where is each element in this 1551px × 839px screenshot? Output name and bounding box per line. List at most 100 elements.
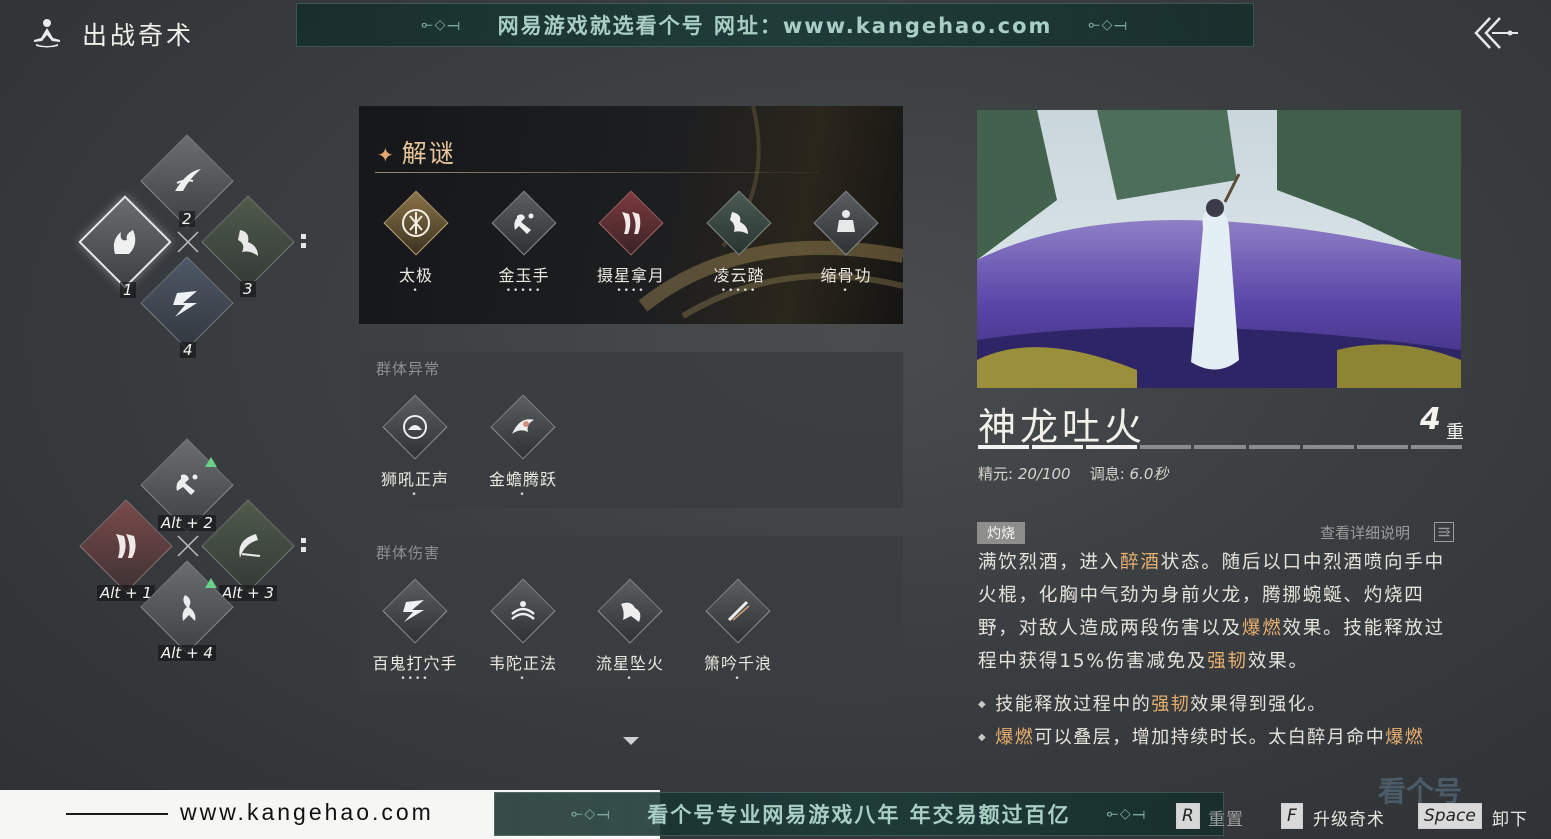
flame-skill-icon	[113, 230, 136, 254]
group-damage-panel: 群体伤害 百鬼打穴手 •••• 韦陀正法 • 流星坠火 • 箫吟千浪 •	[359, 536, 903, 693]
bottom-banner-text: 看个号专业网易游戏八年 年交易额过百亿	[647, 803, 1071, 827]
back-button[interactable]	[1470, 14, 1522, 52]
puzzle-skill-panel: ✦ 解谜 太极 • 金玉手 ••••• 摄星拿月 •••• 凌云踏 ••••• 缩…	[359, 106, 903, 324]
puzzle-divider	[375, 172, 819, 173]
slot-cross-icon	[177, 231, 199, 253]
level-segment	[1194, 445, 1246, 449]
keyword-drunk: 醉酒	[1120, 552, 1161, 573]
puzzle-heading: ✦ 解谜	[377, 139, 456, 168]
wave-icon	[511, 601, 535, 620]
star-icon: ✦	[377, 143, 396, 167]
lightning-icon	[403, 600, 424, 622]
slot-number: Alt + 1	[97, 585, 155, 601]
ornament-icon: ⟜◇⟞	[421, 17, 462, 33]
skill-tag-badge: 灼烧	[977, 522, 1025, 544]
grab-skill-icon	[176, 474, 198, 495]
skill-level-pips: ••••	[616, 286, 646, 296]
top-watermark-banner: ⟜◇⟞ 网易游戏就选看个号 网址：www.kangehao.com ⟜◇⟞	[296, 3, 1254, 47]
skill-level-unit: 重	[1446, 422, 1464, 443]
energy-label: 精元:	[978, 465, 1018, 483]
slot-page-indicator	[301, 234, 307, 252]
ornament-icon: ⟜◇⟞	[1106, 806, 1147, 822]
skill-taiji[interactable]: 太极 •	[366, 190, 466, 296]
reset-label[interactable]: 重置	[1208, 805, 1244, 830]
ornament-icon: ⟜◇⟞	[571, 806, 612, 822]
skill-name: 流星坠火	[595, 654, 664, 673]
lightning-skill-icon	[173, 291, 197, 317]
view-details-link[interactable]: 查看详细说明	[1320, 522, 1410, 543]
skill-level-pips: •	[734, 674, 742, 684]
slot-number: 3	[240, 281, 256, 297]
skill-name: 金玉手	[498, 266, 550, 285]
skill-name: 金蟾腾跃	[488, 470, 557, 489]
upgrade-label[interactable]: 升级奇术	[1313, 805, 1385, 830]
slot-number: 4	[180, 342, 196, 358]
skill-level-number: 4	[1420, 402, 1441, 437]
skill-name: 凌云踏	[713, 266, 765, 285]
bottom-watermark-url: www.kangehao.com	[180, 799, 434, 825]
level-segment	[1140, 445, 1192, 449]
skill-level-pips: •	[626, 674, 634, 684]
details-list-icon[interactable]	[1434, 522, 1454, 542]
slot-cross-icon	[177, 535, 199, 557]
level-segment	[1032, 445, 1084, 449]
skill-xiaoyinqianlang[interactable]: 箫吟千浪 •	[688, 578, 788, 684]
effect-bullet: ◆ 爆燃可以叠层，增加持续时长。太白醉月命中爆燃	[978, 727, 1425, 748]
skill-weituozhengfa[interactable]: 韦陀正法 •	[473, 578, 573, 684]
grab-icon	[514, 213, 534, 234]
slot-number: Alt + 2	[158, 515, 216, 531]
level-segment	[1356, 445, 1408, 449]
skill-name: 摄星拿月	[596, 266, 665, 285]
skill-level-pips: •	[519, 490, 527, 500]
skill-jinyushou[interactable]: 金玉手 •••••	[474, 190, 574, 296]
swoosh-skill-icon	[175, 169, 201, 191]
meditate-icon	[837, 210, 855, 232]
crescent-skill-icon	[239, 534, 261, 558]
slot-number: Alt + 4	[158, 645, 216, 661]
ornament-icon: ⟜◇⟞	[1088, 17, 1129, 33]
group-status-panel: 群体异常 狮吼正声 • 金蟾腾跃 •	[359, 352, 903, 508]
toad-leap-icon	[512, 419, 534, 434]
unload-label[interactable]: 卸下	[1492, 805, 1528, 830]
skill-baiguidaxueshou[interactable]: 百鬼打穴手 ••••	[365, 578, 465, 684]
skill-level-pips: •	[519, 674, 527, 684]
reset-key[interactable]: R	[1176, 803, 1200, 829]
level-segment	[978, 445, 1030, 449]
page-title: 出战奇术	[82, 21, 195, 50]
skill-liuxingzhuihuo[interactable]: 流星坠火 •	[580, 578, 680, 684]
skill-level-bar	[978, 445, 1462, 449]
skill-level-pips: •	[412, 286, 420, 296]
keyword-tenacity: 强韧	[1207, 651, 1248, 672]
level-segment	[1410, 445, 1462, 449]
skill-lingyunta[interactable]: 凌云踏 •••••	[689, 190, 789, 296]
slot-number: 1	[120, 282, 136, 298]
level-segment	[1248, 445, 1300, 449]
scroll-down-icon[interactable]	[622, 736, 640, 746]
kick-skill-icon	[238, 230, 258, 256]
skill-suogugong[interactable]: 缩骨功 •	[796, 190, 896, 296]
skill-name: 百鬼打穴手	[372, 654, 458, 673]
skill-name: 缩骨功	[820, 266, 872, 285]
skill-description: 满饮烈酒，进入醉酒状态。随后以口中烈酒喷向手中火棍，化胸中气劲为身前火龙，腾挪蜿…	[978, 552, 1445, 672]
meteor-icon	[621, 602, 641, 622]
cooldown-value: 6.0秒	[1129, 465, 1169, 483]
skill-shihouzhengsheng[interactable]: 狮吼正声 •	[365, 394, 465, 500]
top-banner-text: 网易游戏就选看个号 网址：www.kangehao.com	[497, 14, 1053, 38]
level-segment	[1086, 445, 1138, 449]
taiji-icon	[402, 209, 430, 237]
skill-jinchantengyue[interactable]: 金蟾腾跃 •	[473, 394, 573, 500]
skill-name: 太极	[398, 266, 433, 285]
slot-number: Alt + 3	[219, 585, 277, 601]
skill-shexingnayue[interactable]: 摄星拿月 ••••	[581, 190, 681, 296]
claw-icon	[622, 212, 641, 234]
upgrade-key[interactable]: F	[1281, 803, 1303, 829]
panel-label: 群体异常	[376, 360, 441, 378]
slot-number: 2	[179, 211, 195, 227]
energy-value: 20/100	[1017, 465, 1071, 483]
selected-skill-name: 神龙吐火	[978, 405, 1147, 449]
skill-level-pips: •	[411, 490, 419, 500]
skill-level-pips: •••••	[505, 286, 543, 296]
panel-label: 群体伤害	[376, 544, 441, 562]
skill-level-pips: •	[842, 286, 850, 296]
unload-key[interactable]: Space	[1418, 803, 1482, 829]
